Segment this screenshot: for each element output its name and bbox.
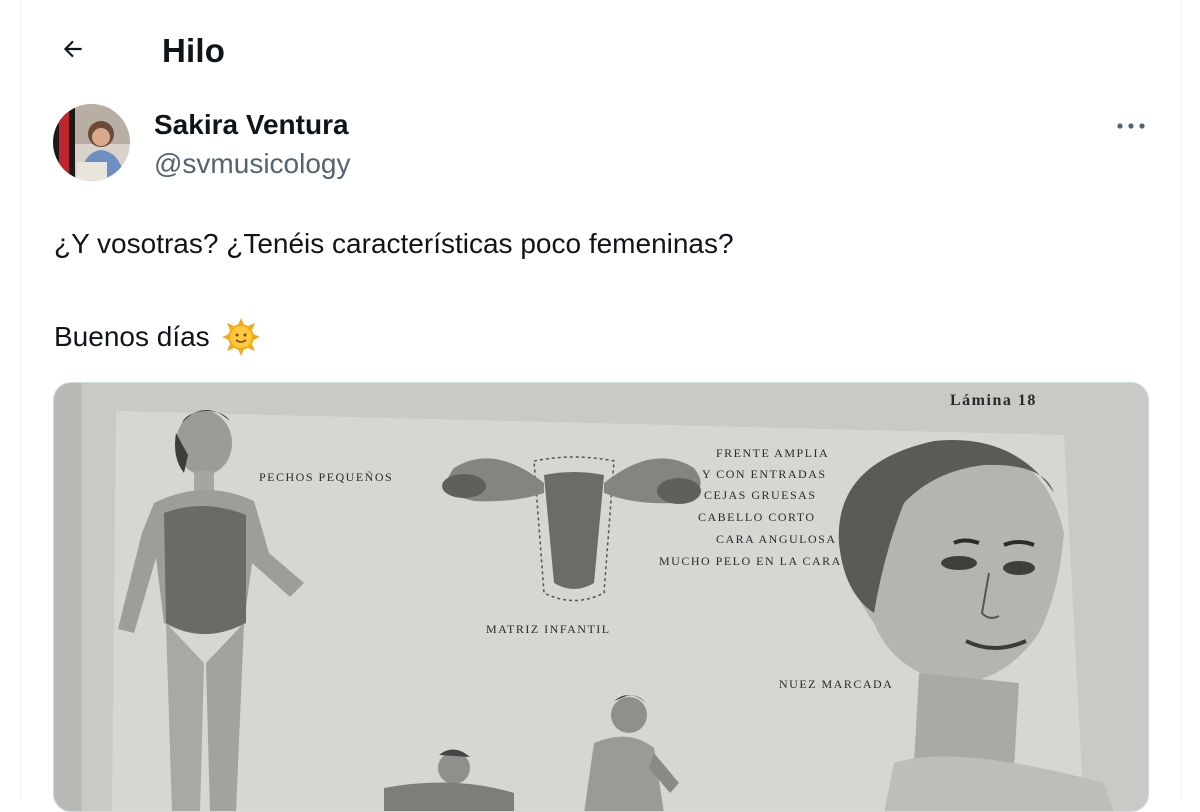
label-matriz-infantil: MATRIZ INFANTIL (486, 622, 611, 636)
thread-header: Hilo (21, 0, 1181, 100)
label-frente-amplia: FRENTE AMPLIA (716, 446, 829, 460)
author-handle[interactable]: @svmusicology (154, 148, 350, 180)
label-cabello-corto: CABELLO CORTO (698, 510, 816, 524)
label-pechos-pequenos: PECHOS PEQUEÑOS (259, 470, 393, 484)
tweet-text-line-1: ¿Y vosotras? ¿Tenéis características poc… (54, 228, 734, 259)
arrow-left-icon (63, 40, 82, 58)
label-cejas-gruesas: CEJAS GRUESAS (704, 488, 817, 502)
plate-title: Lámina 18 (950, 392, 1037, 409)
more-options-button[interactable] (1107, 106, 1155, 146)
tweet-image[interactable]: Lámina 18 PECHOS PEQUEÑOS MATRIZ INFANTI… (53, 382, 1149, 812)
sun-emoji-icon (221, 318, 260, 356)
tweet-greeting: Buenos días (54, 321, 210, 352)
more-dots-icon (1117, 123, 1145, 129)
label-con-entradas: Y CON ENTRADAS (702, 467, 827, 481)
thread-panel: Hilo Sakira Ventura @svmusicology ¿Y vos… (20, 0, 1182, 812)
label-mucho-pelo: MUCHO PELO EN LA CARA (659, 554, 842, 568)
page-title: Hilo (162, 32, 226, 69)
label-cara-angulosa: CARA ANGULOSA (716, 532, 837, 546)
label-nuez-marcada: NUEZ MARCADA (779, 677, 893, 691)
author-name[interactable]: Sakira Ventura (154, 109, 349, 141)
tweet-text-line-2: Buenos días (54, 318, 260, 356)
avatar[interactable] (53, 104, 130, 181)
back-button[interactable] (53, 29, 93, 69)
